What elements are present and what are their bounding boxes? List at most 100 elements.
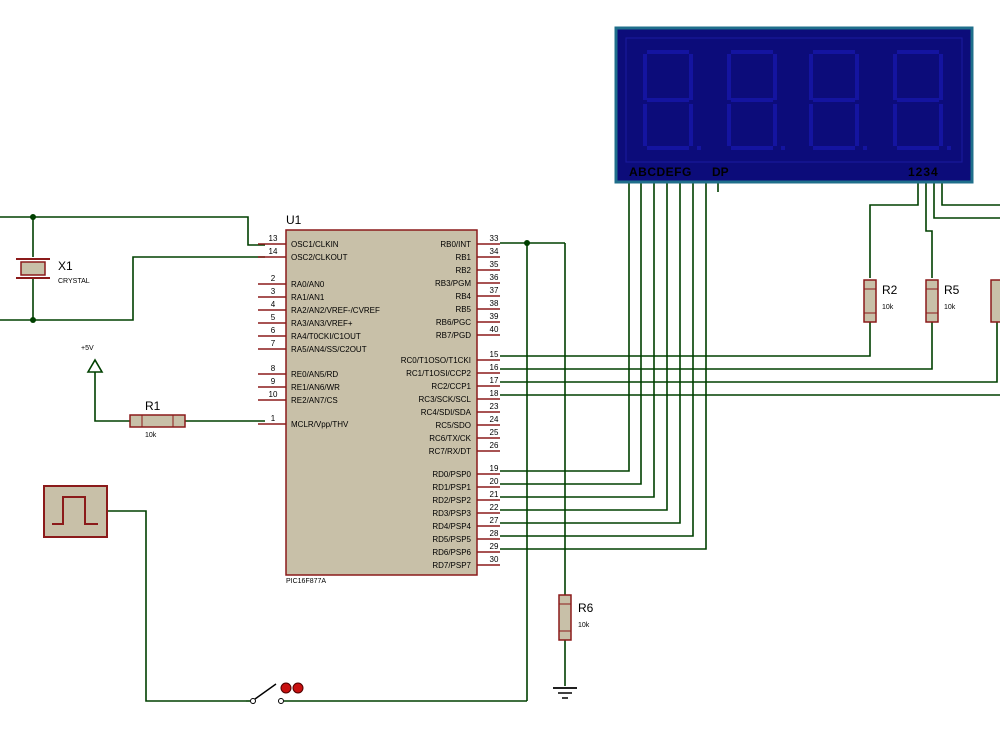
segment xyxy=(813,146,855,150)
wire-r5-digit2 xyxy=(925,180,933,278)
power-label: +5V xyxy=(81,345,94,352)
u1-pin-number: 2 xyxy=(271,274,276,283)
u1-pin-label: RA2/AN2/VREF-/CVREF xyxy=(291,306,380,315)
u1-pin-label: RC4/SDI/SDA xyxy=(421,408,472,417)
u1-pin-label: RD7/PSP7 xyxy=(432,561,471,570)
segment xyxy=(897,146,939,150)
wire-digit3 xyxy=(933,180,1000,219)
u1-pin-label: RB4 xyxy=(455,292,471,301)
u1-pin-number: 30 xyxy=(490,555,499,564)
x1-ref: X1 xyxy=(58,259,73,273)
segment xyxy=(773,104,777,146)
wires xyxy=(0,180,1000,702)
u1-pin-label: RD6/PSP6 xyxy=(432,548,471,557)
power-terminal[interactable]: +5V xyxy=(81,345,104,373)
resistor-r2[interactable]: R2 10k xyxy=(863,279,898,323)
wire-rc0 xyxy=(500,322,871,357)
u1-pin-number: 16 xyxy=(490,363,499,372)
segment xyxy=(647,146,689,150)
u1-pin-label: RC1/T1OSI/CCP2 xyxy=(406,369,471,378)
resistor-r5[interactable]: R5 10k xyxy=(925,279,960,323)
wire-digit4 xyxy=(941,180,1000,206)
u1-pin-label: RC0/T1OSO/T1CKI xyxy=(401,356,471,365)
u1-pin-number: 13 xyxy=(269,234,278,243)
r5-ref: R5 xyxy=(944,283,960,297)
u1-pin-label: RB3/PGM xyxy=(435,279,471,288)
u1-pin-number: 15 xyxy=(490,350,499,359)
u1-ref: U1 xyxy=(286,213,302,227)
u1-pin-number: 20 xyxy=(490,477,499,486)
segment xyxy=(939,104,943,146)
switch-button-icon[interactable] xyxy=(292,682,304,694)
resistor-r6[interactable]: R6 10k xyxy=(558,594,594,641)
u1-pin-label: RB1 xyxy=(455,253,471,262)
u1-pin-number: 40 xyxy=(490,325,499,334)
segment xyxy=(727,104,731,146)
u1-pin-number: 9 xyxy=(271,377,276,386)
segment xyxy=(643,54,647,100)
u1-pin-label: RC3/SCK/SCL xyxy=(419,395,472,404)
decimal-point xyxy=(781,146,785,150)
r1-value: 10k xyxy=(145,432,157,439)
wire-osc1 xyxy=(0,216,265,246)
r6-value: 10k xyxy=(578,622,590,629)
segment xyxy=(897,98,939,102)
wire-clock-switch xyxy=(107,510,246,702)
crystal-x1[interactable]: X1 CRYSTAL xyxy=(16,258,90,285)
segment xyxy=(855,104,859,146)
u1-part: PIC16F877A xyxy=(286,578,326,585)
u1-pin-label: RD0/PSP0 xyxy=(432,470,471,479)
junction-dot xyxy=(30,317,36,323)
u1-pin-number: 14 xyxy=(269,247,278,256)
resistor-r1[interactable]: R1 10k xyxy=(129,399,186,439)
u1-pin-number: 22 xyxy=(490,503,499,512)
u1-pin-number: 25 xyxy=(490,428,499,437)
microcontroller-u1[interactable]: U1 PIC16F877A 13OSC1/CLKIN14OSC2/CLKOUT2… xyxy=(258,213,500,585)
wire-rd6 xyxy=(500,180,707,550)
u1-pin-label: RB2 xyxy=(455,266,471,275)
wire-rd3 xyxy=(500,180,668,511)
u1-pin-number: 5 xyxy=(271,313,276,322)
u1-pin-number: 21 xyxy=(490,490,499,499)
digit-pins-label: 1234 xyxy=(908,165,939,179)
u1-pin-number: 7 xyxy=(271,339,276,348)
u1-pin-label: RD3/PSP3 xyxy=(432,509,471,518)
segment xyxy=(897,50,939,54)
r6-ref: R6 xyxy=(578,601,594,615)
u1-pin-label: RC5/SDO xyxy=(435,421,471,430)
segment xyxy=(855,54,859,100)
u1-pin-number: 4 xyxy=(271,300,276,309)
segment xyxy=(731,50,773,54)
u1-pin-label: RC6/TX/CK xyxy=(429,434,471,443)
switch-button-icon[interactable] xyxy=(280,682,292,694)
u1-pin-label: RC2/CCP1 xyxy=(431,382,471,391)
segment xyxy=(809,54,813,100)
decimal-point xyxy=(697,146,701,150)
wire-rd5 xyxy=(500,180,694,537)
u1-pin-number: 28 xyxy=(490,529,499,538)
decimal-point xyxy=(947,146,951,150)
segment xyxy=(893,104,897,146)
schematic-canvas: X1 CRYSTAL +5V R1 10k R6 10k R2 10k R5 1… xyxy=(0,26,1000,704)
ground-icon xyxy=(553,687,577,699)
segment xyxy=(727,54,731,100)
decimal-point xyxy=(863,146,867,150)
resistor-partial[interactable] xyxy=(990,279,1000,323)
u1-pin-label: RC7/RX/DT xyxy=(429,447,471,456)
u1-pin-label: RE0/AN5/RD xyxy=(291,370,338,379)
u1-pin-label: RA3/AN3/VREF+ xyxy=(291,319,353,328)
segment xyxy=(813,50,855,54)
u1-pin-number: 35 xyxy=(490,260,499,269)
segment xyxy=(813,98,855,102)
u1-pin-label: MCLR/Vpp/THV xyxy=(291,420,349,429)
u1-pin-number: 38 xyxy=(490,299,499,308)
u1-pin-number: 34 xyxy=(490,247,499,256)
junction-dot xyxy=(30,214,36,220)
seven-segment-display[interactable]: ABCDEFG DP 1234 xyxy=(614,26,974,184)
u1-pin-number: 36 xyxy=(490,273,499,282)
segment xyxy=(731,98,773,102)
u1-pin-label: RA0/AN0 xyxy=(291,280,325,289)
segment xyxy=(643,104,647,146)
segment xyxy=(689,54,693,100)
clock-generator[interactable] xyxy=(43,485,108,538)
